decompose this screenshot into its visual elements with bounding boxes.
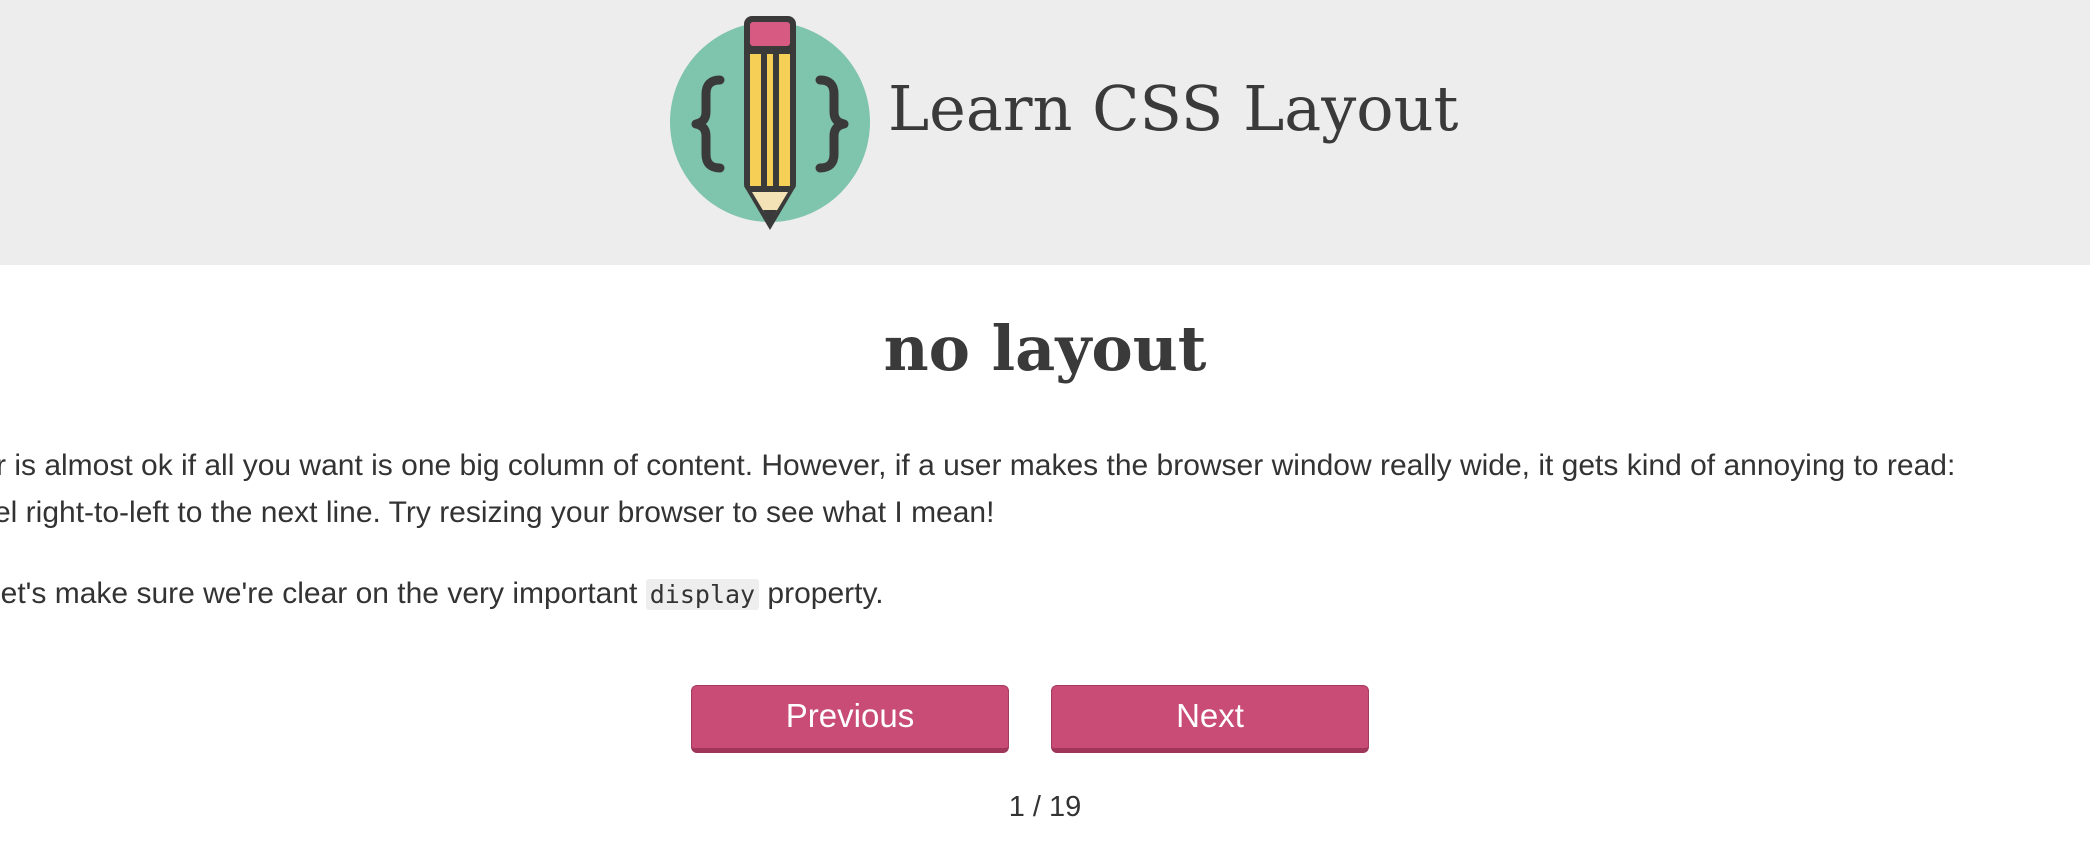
pencil-braces-logo-icon[interactable] bbox=[668, 12, 872, 236]
paragraph-text: let's make sure we're clear on the very … bbox=[0, 577, 646, 610]
next-button[interactable]: Next bbox=[1051, 685, 1369, 753]
page-title: no layout bbox=[883, 312, 1207, 385]
previous-button[interactable]: Previous bbox=[691, 685, 1009, 753]
page-indicator: 1 / 19 bbox=[1008, 791, 1082, 823]
paragraph-line: r is almost ok if all you want is one bi… bbox=[0, 449, 1956, 482]
inline-code: display bbox=[645, 579, 760, 610]
site-title[interactable]: Learn CSS Layout bbox=[888, 78, 1458, 140]
paragraph: let's make sure we're clear on the very … bbox=[0, 577, 884, 610]
paragraph-text: property. bbox=[759, 577, 884, 610]
site-header: Learn CSS Layout bbox=[0, 0, 2090, 265]
paragraph-line: el right-to-left to the next line. Try r… bbox=[0, 496, 995, 529]
